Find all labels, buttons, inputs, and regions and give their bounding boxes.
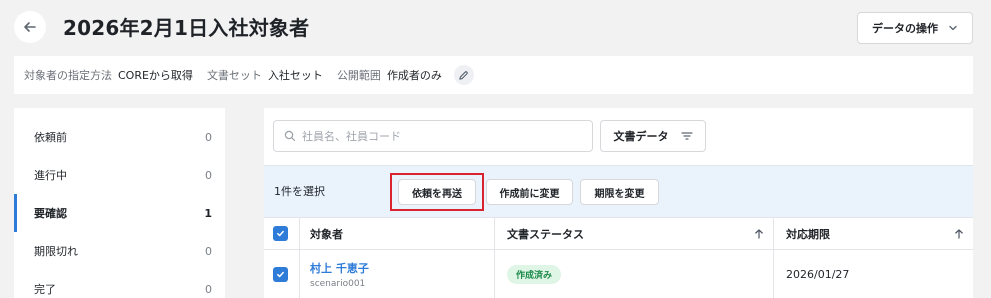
doc-set-label: 文書セット	[206, 69, 262, 82]
sidebar-item-expired[interactable]: 期限切れ 0	[14, 232, 225, 270]
back-button[interactable]	[14, 11, 46, 43]
filter-icon	[680, 132, 693, 140]
sidebar-item-label: 依頼前	[34, 131, 67, 144]
sidebar-item-completed[interactable]: 完了 0	[14, 270, 225, 298]
search-input[interactable]	[302, 129, 582, 143]
sidebar-item-label: 期限切れ	[34, 245, 78, 258]
sort-arrow-up-icon[interactable]	[954, 218, 964, 249]
sort-arrow-up-icon[interactable]	[754, 218, 764, 249]
change-deadline-label: 期限を変更	[594, 188, 645, 200]
arrow-left-icon	[24, 22, 36, 32]
sidebar-item-needs-review[interactable]: 要確認 1	[14, 194, 225, 232]
sidebar-item-in-progress[interactable]: 進行中 0	[14, 156, 225, 194]
column-header-doc-status[interactable]: 文書ステータス	[507, 218, 584, 249]
sidebar-item-count: 1	[204, 206, 212, 220]
table-row[interactable]: 村上 千恵子 scenario001 作成済み 2026/01/27	[264, 250, 973, 298]
selection-count: 1件を選択	[274, 185, 325, 198]
sidebar-item-count: 0	[205, 130, 212, 144]
status-badge: 作成済み	[507, 264, 562, 284]
checkbox-checked[interactable]	[273, 226, 288, 241]
data-operations-label: データの操作	[872, 22, 938, 35]
main-panel: 文書データ 1件を選択 依頼を再送 作成前に変更 期限を変更 対象者 文書ステー…	[264, 108, 973, 298]
edit-button[interactable]	[453, 65, 474, 85]
person-name-link[interactable]: 村上 千恵子	[310, 260, 369, 276]
sidebar-item-count: 0	[205, 282, 212, 296]
check-icon	[277, 230, 284, 237]
resend-request-button[interactable]: 依頼を再送	[398, 179, 476, 205]
table-header: 対象者 文書ステータス 対応期限	[264, 217, 973, 250]
deadline-cell: 2026/01/27	[786, 267, 850, 281]
row-checkbox[interactable]	[273, 250, 288, 298]
sidebar-item-label: 完了	[34, 283, 56, 296]
resend-request-label: 依頼を再送	[412, 188, 462, 200]
change-deadline-button[interactable]: 期限を変更	[580, 179, 659, 205]
employee-code: scenario001	[310, 278, 366, 289]
select-all-checkbox[interactable]	[273, 218, 288, 249]
search-icon	[284, 130, 296, 142]
doc-data-label: 文書データ	[613, 130, 669, 143]
sidebar-item-count: 0	[205, 168, 212, 182]
page-title: 2026年2月1日入社対象者	[63, 16, 310, 40]
doc-set-value: 入社セット	[267, 69, 323, 82]
search-box[interactable]	[273, 120, 593, 152]
checkbox-checked[interactable]	[273, 266, 288, 282]
sidebar-item-count: 0	[205, 244, 212, 258]
sidebar-item-before-request[interactable]: 依頼前 0	[14, 118, 225, 156]
sidebar-item-label: 要確認	[34, 207, 67, 220]
data-operations-button[interactable]: データの操作	[857, 12, 973, 44]
doc-status-cell: 作成済み	[507, 250, 562, 298]
chevron-down-icon	[949, 25, 957, 31]
column-header-target[interactable]: 対象者	[310, 218, 343, 249]
visibility-label: 公開範囲	[336, 69, 381, 82]
change-to-pre-request-button[interactable]: 作成前に変更	[486, 179, 573, 205]
selection-bar: 1件を選択 依頼を再送 作成前に変更 期限を変更	[264, 165, 973, 217]
check-icon	[277, 271, 284, 277]
change-to-pre-request-label: 作成前に変更	[499, 188, 560, 200]
info-bar: 対象者の指定方法 COREから取得 文書セット 入社セット 公開範囲 作成者のみ	[14, 56, 973, 94]
visibility-value: 作成者のみ	[386, 69, 442, 82]
target-method-value: COREから取得	[118, 69, 193, 82]
target-method-label: 対象者の指定方法	[24, 69, 112, 82]
status-sidebar: 依頼前 0 進行中 0 要確認 1 期限切れ 0 完了 0	[14, 108, 225, 298]
doc-data-filter-button[interactable]: 文書データ	[600, 120, 706, 152]
pencil-icon	[459, 70, 469, 80]
target-cell: 村上 千恵子 scenario001	[310, 250, 369, 298]
column-header-deadline[interactable]: 対応期限	[786, 218, 830, 249]
sidebar-item-label: 進行中	[34, 169, 67, 182]
